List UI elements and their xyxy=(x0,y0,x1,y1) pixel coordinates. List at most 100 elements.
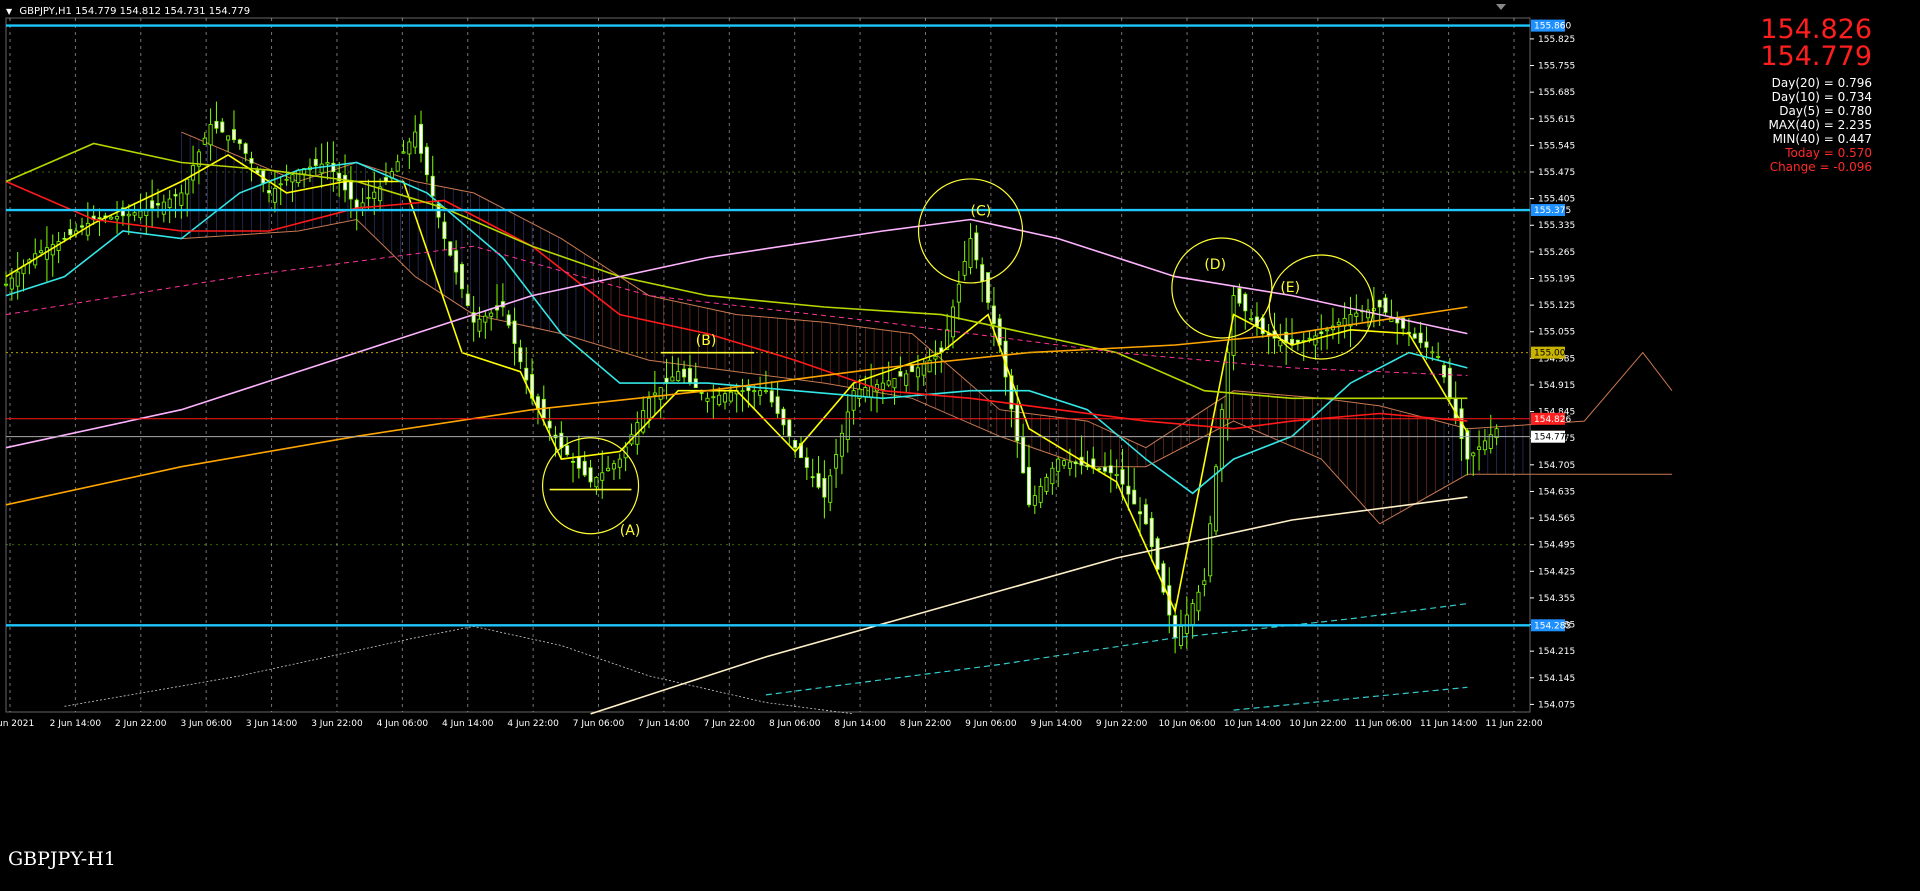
candle-body xyxy=(682,368,687,378)
dropdown-arrow-icon[interactable]: ▼ xyxy=(6,7,12,16)
candle xyxy=(1202,568,1207,597)
candle-body xyxy=(793,440,798,449)
pattern-circle xyxy=(1171,237,1273,339)
candle xyxy=(1436,342,1441,360)
x-tick-label: 9 Jun 06:00 xyxy=(965,719,1017,729)
candle xyxy=(1021,423,1026,474)
candle xyxy=(804,447,809,481)
candle xyxy=(1032,485,1037,514)
candle xyxy=(980,257,985,303)
candle-body xyxy=(1114,473,1119,476)
x-tick-label: 3 Jun 06:00 xyxy=(180,719,232,729)
candle xyxy=(1149,511,1154,562)
candle-body xyxy=(44,247,49,260)
candle-body xyxy=(1237,288,1242,304)
candle xyxy=(1447,358,1452,402)
candle xyxy=(816,456,821,490)
y-tick-label: 155.405 xyxy=(1538,195,1575,205)
level-label: 155.375 xyxy=(1534,206,1571,216)
plot-frame xyxy=(5,17,1531,713)
candle xyxy=(1319,314,1324,351)
candle xyxy=(319,143,324,188)
candle xyxy=(1465,428,1470,476)
candle-body xyxy=(699,392,704,394)
candle-body xyxy=(419,123,424,154)
candle xyxy=(834,438,839,488)
candle xyxy=(4,271,9,288)
candle-body xyxy=(980,264,985,282)
candle xyxy=(237,138,242,150)
stat-change: Change = -0.096 xyxy=(1769,160,1872,174)
candle xyxy=(1348,296,1353,348)
candle-body xyxy=(79,225,84,228)
candle-body xyxy=(1412,333,1417,339)
candle xyxy=(933,340,938,375)
candle-body xyxy=(746,386,751,392)
y-tick-label: 155.335 xyxy=(1538,221,1575,231)
candle xyxy=(1044,473,1049,495)
candle xyxy=(1231,286,1236,371)
candle-body xyxy=(1044,476,1049,492)
candle-body xyxy=(226,135,231,141)
candle xyxy=(372,172,377,216)
candle-body xyxy=(652,392,657,396)
candle-body xyxy=(290,174,295,183)
candle xyxy=(395,154,400,172)
candle-body xyxy=(728,391,733,402)
x-tick-label: 9 Jun 22:00 xyxy=(1096,719,1148,729)
candle-body xyxy=(956,283,961,303)
candle xyxy=(44,226,49,282)
candle xyxy=(1418,321,1423,349)
wave-label: (A) xyxy=(620,523,641,539)
candle xyxy=(1073,460,1078,478)
candle xyxy=(1360,304,1365,322)
candle xyxy=(565,436,570,457)
candle-body xyxy=(1149,517,1154,547)
candle-body xyxy=(1021,436,1026,474)
candle-body xyxy=(191,165,196,181)
x-tick-label: 10 Jun 22:00 xyxy=(1289,719,1346,729)
candle xyxy=(1325,326,1330,350)
price-chart[interactable]: 2 Jun 2021 2 Jun 14:00 2 Jun 22:00 3 Jun 06… xyxy=(0,0,1920,891)
candle xyxy=(950,299,955,349)
candle-body xyxy=(430,175,435,197)
candle-body xyxy=(886,380,891,386)
y-tick-label: 154.075 xyxy=(1538,700,1575,710)
bid-ask-display: 154.826 154.779 xyxy=(1760,16,1872,70)
candle-body xyxy=(611,463,616,470)
candle-body xyxy=(1015,403,1020,442)
candle xyxy=(1196,585,1201,621)
candle-body xyxy=(892,378,897,389)
candle-body xyxy=(348,180,353,200)
candle-body xyxy=(974,232,979,261)
candle xyxy=(495,284,500,319)
candle-body xyxy=(1471,452,1476,457)
candle xyxy=(1079,435,1084,475)
candle xyxy=(600,450,605,499)
candle-body xyxy=(1208,523,1213,577)
candle-body xyxy=(319,163,324,174)
y-tick-label: 155.125 xyxy=(1538,301,1575,311)
candle xyxy=(1313,329,1318,360)
candle-body xyxy=(1032,495,1037,506)
chart-header: ▼ GBPJPY,H1 154.779 154.812 154.731 154.… xyxy=(6,6,250,17)
candle xyxy=(787,418,792,446)
candle-body xyxy=(214,121,219,129)
candle-body xyxy=(834,454,839,469)
candle xyxy=(810,458,815,488)
candle xyxy=(629,423,634,447)
candle-body xyxy=(1354,312,1359,317)
candle-body xyxy=(997,318,1002,346)
candle xyxy=(214,101,219,134)
candle-body xyxy=(1319,331,1324,335)
level-label: 154.826 xyxy=(1534,415,1571,425)
candle xyxy=(518,339,523,370)
x-tick-label: 7 Jun 22:00 xyxy=(704,719,756,729)
candle-body xyxy=(1418,332,1423,344)
candle-body xyxy=(565,445,570,455)
candle-body xyxy=(1249,318,1254,320)
candle xyxy=(50,234,55,277)
stat-day5: Day(5) = 0.780 xyxy=(1779,104,1872,118)
candle xyxy=(21,259,26,292)
candle-body xyxy=(9,277,14,290)
